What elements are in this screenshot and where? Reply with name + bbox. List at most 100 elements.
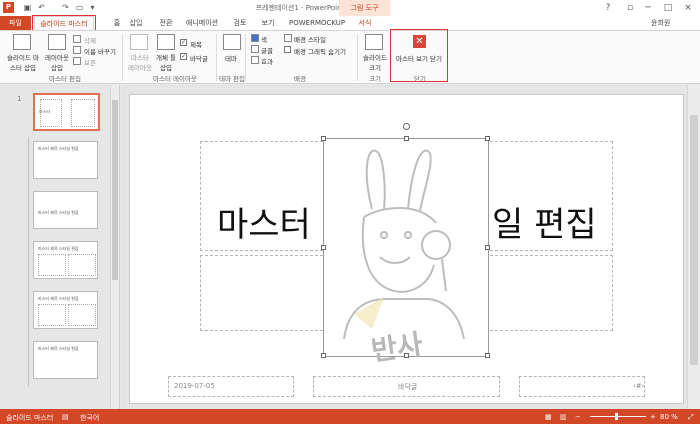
insert-slide-master-icon[interactable] <box>13 34 31 50</box>
themes-button[interactable]: 테마 <box>225 53 237 63</box>
zoom-slider[interactable] <box>590 416 646 417</box>
separator <box>245 34 246 81</box>
redo-icon[interactable]: ↷ <box>60 2 71 13</box>
normal-view-icon[interactable]: ▦ <box>545 413 552 421</box>
language-label[interactable]: 한국어 <box>80 413 99 423</box>
thumbnail-layout[interactable]: 마스터 제목 스타일 편집 <box>33 241 98 279</box>
slide-number-placeholder[interactable] <box>519 376 645 397</box>
insert-slide-master-button[interactable]: 슬라이드 마 스터 삽입 <box>4 52 42 72</box>
resize-handle[interactable] <box>485 245 490 250</box>
delete-button[interactable]: 삭제 <box>84 35 96 45</box>
fonts-icon[interactable] <box>251 45 259 53</box>
themes-icon[interactable] <box>223 34 241 50</box>
resize-handle[interactable] <box>321 353 326 358</box>
slide-editing-area[interactable]: 마스터 일 편집 2019-07-05 바닥글 ‹#› 반사 <box>121 85 687 409</box>
view-mode-label: 슬라이드 마스터 <box>6 414 54 422</box>
tab-format[interactable]: 서식 <box>355 16 375 30</box>
footer-checkbox-label: 바닥글 <box>190 55 208 63</box>
powerpoint-app-icon[interactable]: P <box>3 2 14 13</box>
title-checkbox[interactable]: ✓ <box>180 39 187 46</box>
date-text: 2019-07-05 <box>174 382 215 390</box>
tab-home[interactable]: 홈 <box>110 16 124 30</box>
thumbnail-layout[interactable]: 마스터 제목 스타일 편집 <box>33 341 98 379</box>
zoom-in-icon[interactable]: + <box>650 413 656 421</box>
close-window-icon[interactable]: × <box>678 1 698 15</box>
insert-layout-button[interactable]: 레이아웃 삽입 <box>41 52 73 72</box>
master-layout-icon[interactable] <box>130 34 148 50</box>
background-styles-icon[interactable] <box>284 34 292 42</box>
title-text-left: 마스터 <box>217 205 311 245</box>
resize-handle[interactable] <box>485 136 490 141</box>
highlight-close-master-view <box>390 29 448 82</box>
group-label-edit-master: 마스터 편집 <box>49 75 81 83</box>
effects-button[interactable]: 효과 <box>261 56 273 66</box>
undo-icon[interactable]: ↶ <box>36 2 47 13</box>
resize-handle[interactable] <box>404 136 409 141</box>
separator <box>122 34 123 81</box>
status-bar: 슬라이드 마스터 ▤ 한국어 ▦ ▥ − + 80 % ⤢ <box>0 409 700 424</box>
colors-button[interactable]: 색 <box>261 34 267 44</box>
fit-to-window-icon[interactable]: ⤢ <box>688 413 694 422</box>
insert-layout-icon[interactable] <box>48 34 66 50</box>
slide-thumbnail-pane[interactable]: 1 마스터 마스터 제목 스타일 편집 마스터 제목 스타일 편집 마스터 제목… <box>0 85 120 409</box>
highlight-slide-master-tab <box>32 15 96 31</box>
hide-background-graphics-label: 배경 그래픽 숨기기 <box>294 48 346 56</box>
footer-text: 바닥글 <box>398 383 418 391</box>
thumbnail-layout[interactable]: 마스터 제목 스타일 편집 <box>33 191 98 229</box>
selected-picture[interactable]: 반사 <box>321 136 490 367</box>
delete-icon[interactable] <box>73 35 81 43</box>
resize-handle[interactable] <box>404 353 409 358</box>
resize-handle[interactable] <box>485 353 490 358</box>
scroll-thumb[interactable] <box>690 115 698 365</box>
hide-background-graphics-checkbox[interactable] <box>284 46 291 53</box>
insert-placeholder-icon[interactable] <box>157 34 175 50</box>
fonts-button[interactable]: 글꼴 <box>261 45 273 55</box>
ribbon-display-options-icon[interactable]: ▫ <box>620 1 640 15</box>
background-styles-button[interactable]: 배경 스타일 <box>294 34 326 44</box>
resize-handle[interactable] <box>321 136 326 141</box>
main-vertical-scrollbar[interactable] <box>687 85 700 409</box>
minimize-icon[interactable]: ─ <box>638 1 658 15</box>
thumbnail-layout[interactable]: 마스터 제목 스타일 편집 <box>33 291 98 329</box>
start-slideshow-icon[interactable]: ▭ <box>74 2 85 13</box>
thumbnail-layout[interactable]: 마스터 제목 스타일 편집 <box>33 141 98 179</box>
tab-powermockup[interactable]: POWERMOCKUP <box>289 16 345 30</box>
rename-button[interactable]: 이름 바꾸기 <box>84 46 116 56</box>
rotate-handle[interactable] <box>403 123 410 130</box>
scroll-thumb[interactable] <box>112 100 118 280</box>
ribbon: 슬라이드 마 스터 삽입 레이아웃 삽입 삭제 이름 바꾸기 보존 마스터 편집… <box>0 30 700 84</box>
tab-insert[interactable]: 삽입 <box>126 16 146 30</box>
zoom-out-icon[interactable]: − <box>575 413 581 421</box>
tab-file[interactable]: 파일 <box>0 16 31 30</box>
effects-icon[interactable] <box>251 56 259 64</box>
spellcheck-icon[interactable]: ▤ <box>62 413 69 421</box>
colors-icon[interactable] <box>251 34 259 42</box>
preserve-button[interactable]: 보존 <box>84 57 96 67</box>
customize-qat-icon[interactable]: ▾ <box>87 2 98 13</box>
zoom-level[interactable]: 80 % <box>660 413 678 421</box>
tab-view[interactable]: 보기 <box>258 16 278 30</box>
insert-placeholder-button[interactable]: 개체 틀 삽입 <box>152 52 180 72</box>
tab-transitions[interactable]: 전환 <box>156 16 176 30</box>
save-icon[interactable]: ▣ <box>22 2 33 13</box>
slide-size-button[interactable]: 슬라이드 크기 <box>360 52 390 72</box>
ribbon-tabs: 파일 슬라이드 마스터 홈 삽입 전환 애니메이션 검토 보기 POWERMOC… <box>0 16 700 30</box>
preserve-icon[interactable] <box>73 57 81 65</box>
picture-tools-header: 그림 도구 <box>339 0 390 16</box>
footer-checkbox[interactable]: ✓ <box>180 53 187 60</box>
resize-handle[interactable] <box>321 245 326 250</box>
zoom-slider-knob[interactable] <box>615 413 618 420</box>
slide-size-icon[interactable] <box>365 34 383 50</box>
slide[interactable]: 마스터 일 편집 2019-07-05 바닥글 ‹#› 반사 <box>129 94 684 404</box>
tab-review[interactable]: 검토 <box>230 16 250 30</box>
thumbnail-master[interactable]: 마스터 <box>33 93 100 131</box>
group-label-background: 배경 <box>294 75 306 83</box>
help-icon[interactable]: ? <box>598 1 618 15</box>
maximize-icon[interactable]: □ <box>658 1 678 15</box>
group-label-size: 크기 <box>369 75 381 83</box>
thumbnail-scrollbar[interactable] <box>110 85 119 409</box>
user-name[interactable]: 윤희원 <box>651 18 670 28</box>
rename-icon[interactable] <box>73 46 81 54</box>
slide-sorter-icon[interactable]: ▥ <box>560 413 567 421</box>
tab-animations[interactable]: 애니메이션 <box>182 16 222 30</box>
